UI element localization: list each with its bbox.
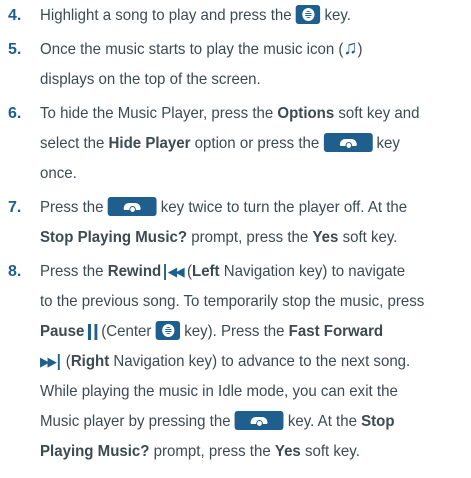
text-line: to the previous song. To temporarily sto… — [40, 291, 435, 321]
text-line: once. — [40, 163, 435, 193]
text-run: key — [372, 135, 400, 152]
pause-icon — [88, 323, 98, 340]
text-run: soft key. — [338, 229, 398, 246]
text-line: While playing the music in Idle mode, yo… — [40, 381, 435, 411]
text-line: Playing Music? prompt, press the Yes sof… — [40, 441, 435, 471]
text-run: prompt, press the — [187, 229, 313, 246]
text-run: Music player by pressing the — [40, 413, 231, 430]
bold-term: Hide Player — [108, 135, 191, 152]
end-power-key-icon — [107, 197, 157, 217]
text-run: soft key and — [334, 105, 420, 122]
text-run: While playing the music in Idle mode, yo… — [40, 383, 398, 400]
text-run: Once the music starts to play the music … — [40, 41, 344, 58]
text-line: displays on the top of the screen. — [40, 69, 435, 99]
step-number: 4. — [8, 7, 22, 24]
step-text: Highlight a song to play and press the k… — [40, 5, 460, 35]
step-number: 8. — [8, 263, 22, 280]
bold-term: Right — [70, 353, 110, 371]
text-run: Highlight a song to play and press the — [40, 7, 292, 24]
step-number: 5. — [8, 41, 22, 58]
text-run: Navigation key) to navigate — [219, 263, 406, 281]
text-line: Pause (Center key). Press the Fast Forwar… — [40, 321, 435, 351]
bold-term: Playing Music? — [40, 443, 150, 460]
rewind-icon: ◀◀ — [167, 264, 185, 279]
menu-ok-key-icon — [155, 321, 181, 341]
step-text: Press the key twice to turn the player o… — [40, 197, 460, 257]
step-number: 6. — [8, 105, 22, 122]
text-run: To hide the Music Player, press the — [40, 105, 278, 122]
fast-forward-bar — [57, 354, 60, 370]
end-power-key-icon — [323, 133, 373, 153]
text-run: option or press the — [190, 135, 320, 152]
text-line: select the Hide Player option or press t… — [40, 133, 435, 163]
end-power-key-icon — [234, 411, 284, 431]
text-run: key. At the — [283, 413, 362, 430]
text-run: prompt, press the — [149, 443, 275, 460]
text-run: Press the — [40, 199, 104, 216]
text-line: Music player by pressing the key. At the… — [40, 411, 435, 441]
text-line: ▶▶ (Right Navigation key) to advance to … — [40, 351, 435, 381]
bold-term: Rewind — [107, 263, 162, 281]
text-run: to the previous song. To temporarily sto… — [40, 293, 425, 310]
menu-ok-key-icon — [295, 5, 321, 25]
bold-term: Yes — [312, 229, 339, 246]
text-run: soft key. — [300, 443, 360, 460]
bold-term: Pause — [40, 323, 85, 340]
text-line: Press the Rewind ◀◀ (Left Navigation key)… — [40, 261, 435, 291]
text-run: key. — [320, 7, 351, 24]
fast-forward-icon: ▶▶ — [40, 354, 57, 369]
bold-term: Stop Playing Music? — [40, 229, 188, 246]
text-run: key). Press the — [180, 323, 289, 340]
text-run: select the — [40, 135, 109, 152]
text-line: Stop Playing Music? prompt, press the Ye… — [40, 227, 435, 257]
text-line: Press the key twice to turn the player o… — [40, 197, 435, 227]
text-line: To hide the Music Player, press the Opti… — [40, 103, 435, 133]
step-number: 7. — [8, 199, 22, 216]
rewind-bar — [164, 264, 166, 280]
step-text: Press the Rewind ◀◀ (Left Navigation key)… — [40, 261, 460, 471]
text-line: Once the music starts to play the music … — [40, 36, 435, 69]
bold-term: Yes — [274, 443, 301, 460]
text-run: (Center — [101, 323, 152, 340]
bold-term: Options — [277, 105, 335, 122]
text-run: Press the — [40, 263, 108, 281]
bold-term: Stop — [361, 413, 395, 430]
bold-term: Left — [192, 263, 220, 281]
music-note-icon: ♫ — [343, 36, 358, 59]
text-run: Navigation key) to advance to the next s… — [109, 353, 411, 371]
text-line: Highlight a song to play and press the k… — [40, 5, 435, 35]
text-run: key twice to turn the player off. At the — [156, 199, 408, 216]
text-run: ) — [357, 41, 363, 58]
step-text: Once the music starts to play the music … — [40, 36, 460, 99]
step-text: To hide the Music Player, press the Opti… — [40, 103, 460, 193]
text-run: displays on the top of the screen. — [40, 71, 261, 88]
bold-term: Fast Forward — [288, 323, 384, 340]
manual-page: 4. Highlight a song to play and press th… — [0, 0, 471, 478]
text-run: once. — [40, 165, 77, 182]
